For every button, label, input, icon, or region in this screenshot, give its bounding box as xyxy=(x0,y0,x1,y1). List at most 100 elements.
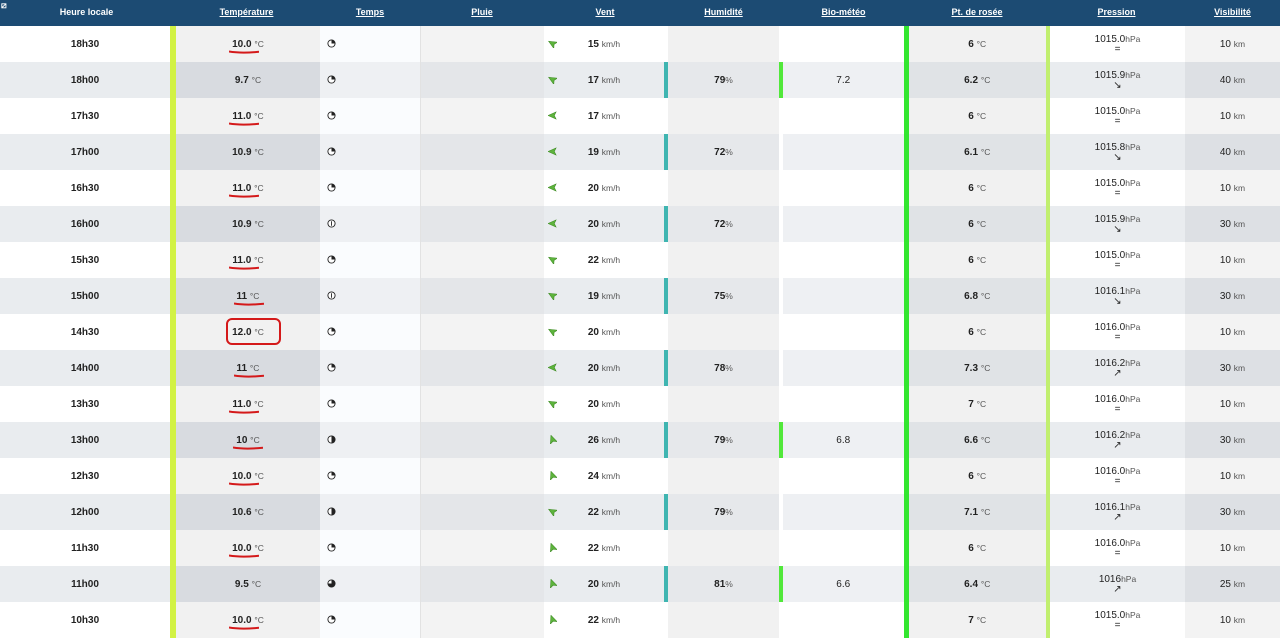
cell-dewpoint: 6 °C xyxy=(903,458,1050,494)
table-header: ⧄ Heure locale Température Temps Pluie V… xyxy=(0,0,1280,26)
cell-bio xyxy=(781,602,906,638)
cell-humidity xyxy=(666,458,781,494)
cell-visibility: 10 km xyxy=(1185,98,1280,134)
cell-humidity xyxy=(666,170,781,206)
cell-humidity: 72% xyxy=(664,134,781,170)
cell-weather xyxy=(320,602,420,638)
cell-wind: 24 km/h xyxy=(544,458,666,494)
col-header-dewpoint[interactable]: Pt. de rosée xyxy=(906,0,1048,26)
cell-temperature: 10.9 °C xyxy=(170,134,320,170)
cell-weather xyxy=(320,530,420,566)
cell-visibility: 10 km xyxy=(1185,386,1280,422)
cell-bio xyxy=(781,350,906,386)
partly-sun-icon xyxy=(327,38,336,49)
partly-sun-icon xyxy=(327,362,336,373)
col-header-weather[interactable]: Temps xyxy=(320,0,420,26)
cell-rain xyxy=(419,170,544,206)
cell-wind: 20 km/h xyxy=(544,206,666,242)
cell-temperature: 11.0 °C xyxy=(170,170,320,206)
half-cloud-icon xyxy=(327,506,336,517)
cell-weather xyxy=(320,98,420,134)
partly-sun-icon xyxy=(327,254,336,265)
cell-humidity xyxy=(666,26,781,62)
red-underline-mark xyxy=(229,626,260,630)
cell-dewpoint: 7.3 °C xyxy=(903,350,1050,386)
pressure-trend-icon: ↘ xyxy=(1113,79,1122,91)
red-underline-mark xyxy=(229,410,260,414)
col-header-rain[interactable]: Pluie xyxy=(420,0,544,26)
table-row: 15h30 11.0 °C 22 km/h 6 °C 1015.0hPa = 10 km xyxy=(0,242,1280,278)
cell-dewpoint: 6.4 °C xyxy=(903,566,1050,602)
cell-rain xyxy=(419,602,544,638)
cell-visibility: 30 km xyxy=(1185,278,1280,314)
cell-weather xyxy=(320,458,420,494)
col-header-bio[interactable]: Bio-météo xyxy=(781,0,906,26)
table-row: 12h30 10.0 °C 24 km/h 6 °C 1016.0hPa = 10 km xyxy=(0,458,1280,494)
pressure-trend-icon: ↗ xyxy=(1113,367,1122,379)
table-row: 18h30 10.0 °C 15 km/h 6 °C 1015.0hPa = 10 km xyxy=(0,26,1280,62)
cell-pressure: 1016.0hPa = xyxy=(1048,458,1185,494)
pressure-trend-icon: = xyxy=(1114,187,1121,199)
col-header-wind[interactable]: Vent xyxy=(544,0,666,26)
pressure-trend-icon: = xyxy=(1114,403,1121,415)
cell-weather xyxy=(320,314,420,350)
cell-pressure: 1015.0hPa = xyxy=(1048,98,1185,134)
cell-dewpoint: 6.2 °C xyxy=(903,62,1050,98)
cell-wind: 22 km/h xyxy=(544,242,666,278)
cell-weather xyxy=(320,422,420,458)
cell-pressure: 1016.0hPa = xyxy=(1048,530,1185,566)
cell-rain xyxy=(419,206,544,242)
table-row: 18h00 9.7 °C 17 km/h 79% 7.2 6.2 °C 1015.9hPa ↘… xyxy=(0,62,1280,98)
table-row: 10h30 10.0 °C 22 km/h 7 °C 1015.0hPa = 10 km xyxy=(0,602,1280,638)
cell-bio: 7.2 xyxy=(779,62,906,98)
cell-humidity: 79% xyxy=(664,62,781,98)
cell-temperature: 10.6 °C xyxy=(170,494,320,530)
cell-wind: 20 km/h xyxy=(544,566,666,602)
cell-weather xyxy=(320,566,420,602)
col-header-visibility[interactable]: Visibilité xyxy=(1185,0,1280,26)
cell-wind: 20 km/h xyxy=(544,170,666,206)
cell-bio xyxy=(781,314,906,350)
cell-time: 13h00 xyxy=(0,422,173,458)
cell-rain xyxy=(419,134,544,170)
pressure-trend-icon: ↘ xyxy=(1113,151,1122,163)
table-row: 17h30 11.0 °C 17 km/h 6 °C 1015.0hPa = 10 km xyxy=(0,98,1280,134)
cell-dewpoint: 6.8 °C xyxy=(903,278,1050,314)
cell-humidity: 81% xyxy=(664,566,781,602)
table-row: 17h00 10.9 °C 19 km/h 72% 6.1 °C 1015.8hPa ↘ 40… xyxy=(0,134,1280,170)
red-underline-mark xyxy=(229,554,260,558)
red-underline-mark xyxy=(233,374,264,378)
cell-time: 14h00 xyxy=(0,350,173,386)
cell-pressure: 1016.1hPa ↗ xyxy=(1048,494,1185,530)
cell-dewpoint: 6 °C xyxy=(903,26,1050,62)
col-header-temperature[interactable]: Température xyxy=(173,0,320,26)
cell-visibility: 30 km xyxy=(1185,350,1280,386)
table-row: 13h00 10 °C 26 km/h 79% 6.8 6.6 °C 1016.2hPa ↗ 3… xyxy=(0,422,1280,458)
table-row: 16h00 10.9 °C 20 km/h 72% 6 °C 1015.9hPa ↘ 30 k… xyxy=(0,206,1280,242)
col-header-humidity[interactable]: Humidité xyxy=(666,0,781,26)
table-row: 14h00 11 °C 20 km/h 78% 7.3 °C 1016.2hPa ↗ 30 k… xyxy=(0,350,1280,386)
cell-rain xyxy=(419,26,544,62)
cell-rain xyxy=(419,242,544,278)
cell-visibility: 10 km xyxy=(1185,602,1280,638)
cell-weather xyxy=(320,26,420,62)
cell-visibility: 10 km xyxy=(1185,170,1280,206)
cell-pressure: 1015.0hPa = xyxy=(1048,26,1185,62)
cell-rain xyxy=(419,278,544,314)
col-header-pressure[interactable]: Pression xyxy=(1048,0,1185,26)
cell-wind: 22 km/h xyxy=(544,602,666,638)
cell-wind: 19 km/h xyxy=(544,134,666,170)
pressure-trend-icon: ↘ xyxy=(1113,223,1122,235)
cell-pressure: 1016.0hPa = xyxy=(1048,314,1185,350)
cell-time: 11h30 xyxy=(0,530,173,566)
red-underline-mark xyxy=(229,122,260,126)
cell-dewpoint: 6 °C xyxy=(903,98,1050,134)
cell-time: 13h30 xyxy=(0,386,173,422)
red-underline-mark xyxy=(233,302,264,306)
cell-temperature: 12.0 °C xyxy=(170,314,320,350)
cell-rain xyxy=(419,386,544,422)
mist-icon xyxy=(327,218,336,229)
pressure-trend-icon: = xyxy=(1114,547,1121,559)
cell-wind: 15 km/h xyxy=(544,26,666,62)
corner-icon: ⧄ xyxy=(1,0,7,10)
